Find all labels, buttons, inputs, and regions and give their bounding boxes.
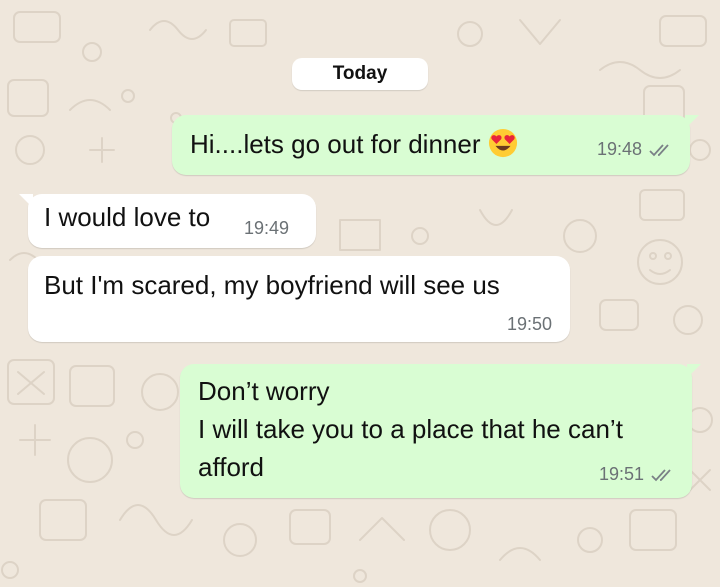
incoming-message-bubble[interactable]: I would love to 19:49 bbox=[19, 194, 316, 248]
message-text-line: afford bbox=[198, 452, 265, 482]
date-divider-label: Today bbox=[332, 63, 388, 84]
message-time: 19:51 bbox=[598, 464, 644, 484]
message-text-line: I will take you to a place that he can’t bbox=[198, 414, 623, 444]
double-check-read-icon bbox=[649, 143, 669, 156]
message-text: But I'm scared, my boyfriend will see us bbox=[44, 270, 500, 300]
message-time: 19:48 bbox=[596, 139, 642, 159]
message-text: Hi....lets go out for dinner bbox=[190, 129, 481, 159]
bubble-tail bbox=[687, 364, 701, 378]
outgoing-message-bubble[interactable]: Don’t worry I will take you to a place t… bbox=[180, 364, 701, 498]
date-divider: Today bbox=[292, 58, 428, 90]
message-text-line: Don’t worry bbox=[198, 376, 330, 406]
message-text: I would love to bbox=[44, 202, 211, 232]
outgoing-message-bubble[interactable]: Hi....lets go out for dinner 19:48 bbox=[172, 115, 699, 175]
message-time: 19:50 bbox=[506, 314, 552, 334]
message-time: 19:49 bbox=[244, 218, 290, 238]
bubble-tail bbox=[19, 194, 33, 208]
incoming-message-bubble[interactable]: But I'm scared, my boyfriend will see us… bbox=[28, 256, 570, 342]
bubble-tail bbox=[685, 115, 699, 129]
double-check-read-icon bbox=[651, 468, 671, 481]
heart-eyes-emoji-icon bbox=[489, 128, 518, 158]
